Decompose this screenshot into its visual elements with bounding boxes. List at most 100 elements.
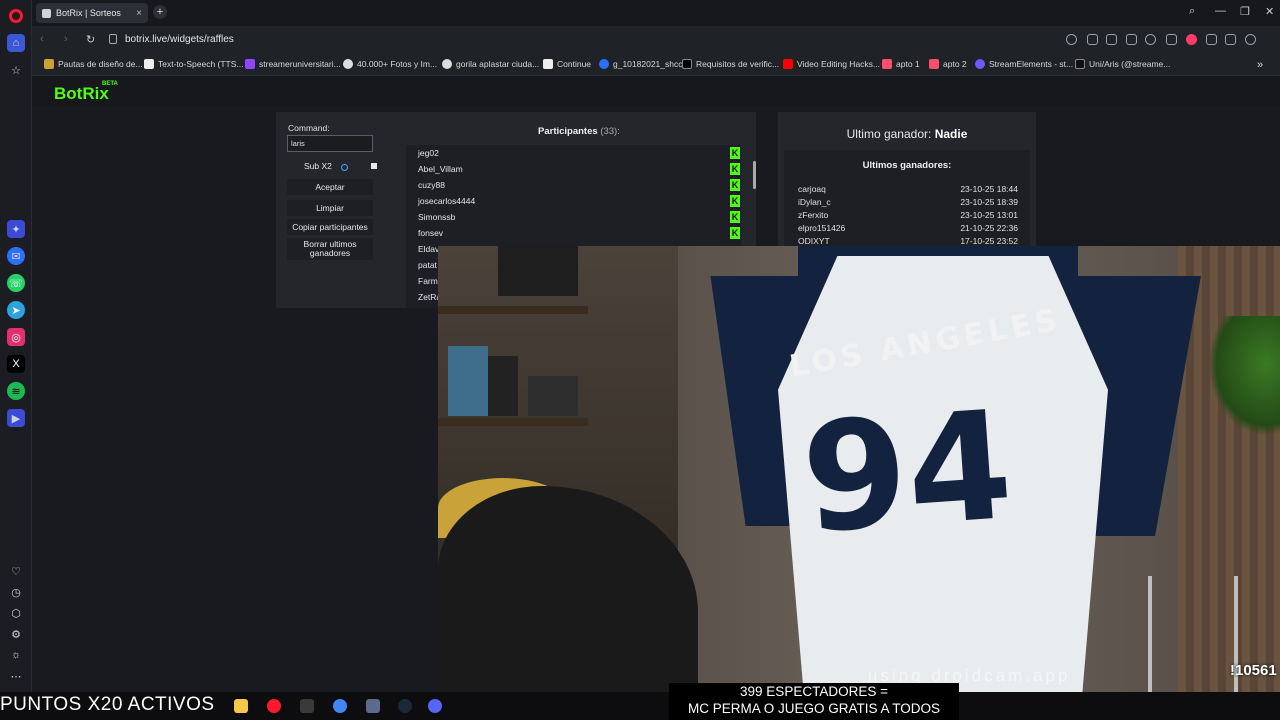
- discord-icon[interactable]: [428, 699, 442, 713]
- player-icon[interactable]: ▶: [7, 409, 25, 427]
- list-item[interactable]: josecarlos4444 K: [406, 193, 741, 209]
- beta-badge: BETA: [102, 81, 118, 87]
- kick-icon: K: [730, 211, 740, 223]
- accept-button[interactable]: Aceptar: [287, 179, 373, 195]
- close-window-icon[interactable]: ✕: [1265, 5, 1274, 18]
- screen: ⌂ ☆ ✦ ✉ ☏ ➤ ◎ X ≋ ▶ ♡ ◷ ⬡ ⚙ ☼ ⋯ BotRix |…: [0, 0, 1280, 720]
- whatsapp-icon[interactable]: ☏: [7, 274, 25, 292]
- star-icon[interactable]: ☆: [7, 61, 25, 79]
- messenger-icon[interactable]: ✉: [7, 247, 25, 265]
- bookmark-item[interactable]: Continue: [543, 59, 591, 69]
- botrix-header: BotRix BETA: [32, 76, 1280, 106]
- bookmark-item[interactable]: streameruniversitari...: [245, 59, 341, 69]
- delete-winners-button[interactable]: Borrar ultimos ganadores: [287, 238, 373, 260]
- reload-icon[interactable]: ↻: [86, 33, 95, 46]
- history-icon[interactable]: ◷: [7, 583, 25, 601]
- tab-close-icon[interactable]: ×: [136, 8, 142, 19]
- bookmark-item[interactable]: apto 1: [882, 59, 920, 69]
- ticker-text: PUNTOS X20 ACTIVOS: [0, 694, 215, 715]
- kick-icon: K: [730, 227, 740, 239]
- list-item[interactable]: Simonssb K: [406, 209, 741, 225]
- profile-icon[interactable]: [1245, 34, 1256, 45]
- winner-row: carjoaq 23-10-25 18:44: [798, 184, 1018, 194]
- list-item[interactable]: fonsev K: [406, 225, 741, 241]
- maximize-icon[interactable]: ❐: [1240, 5, 1250, 18]
- new-tab-button[interactable]: +: [153, 5, 167, 19]
- search-page-icon[interactable]: [1066, 34, 1077, 45]
- lightbulb-icon[interactable]: ☼: [7, 646, 25, 664]
- bookmark-item[interactable]: apto 2: [929, 59, 967, 69]
- info-icon[interactable]: [341, 164, 348, 171]
- participants-title: Participantes (33):: [538, 126, 620, 137]
- bookmark-item[interactable]: Video Editing Hacks...: [783, 59, 880, 69]
- url-field[interactable]: botrix.live/widgets/raffles: [125, 34, 234, 45]
- bookmark-item[interactable]: Requisitos de verific...: [682, 59, 779, 69]
- shelf: [438, 306, 588, 314]
- list-item[interactable]: Abel_Villam K: [406, 161, 741, 177]
- console-box: [498, 246, 578, 296]
- spotify-icon[interactable]: ≋: [7, 382, 25, 400]
- stream-caption: 399 ESPECTADORES = MC PERMA O JUEGO GRAT…: [669, 683, 959, 720]
- bookmark-item[interactable]: StreamElements - st...: [975, 59, 1073, 69]
- play-icon[interactable]: [1166, 34, 1177, 45]
- tab-botrix[interactable]: BotRix | Sorteos ×: [36, 3, 148, 23]
- address-bar-row: ‹ › ↻ botrix.live/widgets/raffles: [32, 26, 1280, 54]
- settings-gear-icon[interactable]: ⚙: [7, 625, 25, 643]
- bookmark-item[interactable]: Pautas de diseño de...: [44, 59, 143, 69]
- copy-participants-button[interactable]: Copiar participantes: [287, 219, 373, 235]
- minimize-icon[interactable]: —: [1215, 5, 1226, 17]
- bookmarks-more-button[interactable]: »: [1257, 59, 1263, 71]
- shelf: [438, 418, 588, 426]
- telegram-icon[interactable]: ➤: [7, 301, 25, 319]
- bookmark-item[interactable]: 40.000+ Fotos y Im...: [343, 59, 437, 69]
- kick-icon: K: [730, 195, 740, 207]
- bookmark-item[interactable]: Uni/Aris (@streame...: [1075, 59, 1170, 69]
- bookmark-item[interactable]: gorila aplastar ciuda...: [442, 59, 539, 69]
- winners-panel: Ultimo ganador: Nadie Ultimos ganadores:…: [778, 112, 1036, 252]
- tab-title: BotRix | Sorteos: [56, 8, 121, 18]
- forward-icon[interactable]: ›: [64, 33, 68, 45]
- steam-icon[interactable]: [398, 699, 412, 713]
- sub-x2-checkbox[interactable]: [371, 163, 377, 169]
- file-explorer-icon[interactable]: [234, 699, 248, 713]
- download-icon[interactable]: [1206, 34, 1217, 45]
- bookmark-favicon-icon: [599, 59, 609, 69]
- lock-icon[interactable]: [109, 34, 117, 44]
- bookmark-item[interactable]: Text-to-Speech (TTS...: [144, 59, 244, 69]
- clear-button[interactable]: Limpiar: [287, 200, 373, 216]
- back-icon[interactable]: ‹: [40, 33, 44, 45]
- list-item[interactable]: cuzy88 K: [406, 177, 741, 193]
- cube-icon[interactable]: ⬡: [7, 604, 25, 622]
- bookmark-item[interactable]: g_10182021_shcc: [599, 59, 682, 69]
- command-input[interactable]: [287, 135, 373, 152]
- edit-icon[interactable]: [1087, 34, 1098, 45]
- list-item[interactable]: jeg02 K: [406, 145, 741, 161]
- more-dots-icon[interactable]: ⋯: [7, 667, 25, 685]
- opera-logo-icon[interactable]: [9, 9, 23, 23]
- plant: [1208, 316, 1280, 436]
- bookmark-favicon-icon: [144, 59, 154, 69]
- window-taskbar-icon[interactable]: [366, 699, 380, 713]
- botrix-logo[interactable]: BotRix: [54, 84, 109, 104]
- home-icon[interactable]: ⌂: [7, 34, 25, 52]
- winner-row: iDylan_c 23-10-25 18:39: [798, 197, 1018, 207]
- camera-icon[interactable]: [1106, 34, 1117, 45]
- participants-scrollbar[interactable]: [752, 149, 757, 205]
- opera-taskbar-icon[interactable]: [267, 699, 281, 713]
- instagram-icon[interactable]: ◎: [7, 328, 25, 346]
- vpn-icon[interactable]: [1145, 34, 1156, 45]
- app-taskbar-icon[interactable]: [300, 699, 314, 713]
- scrollbar-thumb[interactable]: [753, 161, 756, 189]
- extensions-icon[interactable]: [1225, 34, 1236, 45]
- bookmark-favicon-icon: [44, 59, 54, 69]
- black-jacket: [438, 486, 698, 692]
- winners-title: Ultimos ganadores:: [862, 160, 952, 171]
- aria-icon[interactable]: ✦: [7, 220, 25, 238]
- x-twitter-icon[interactable]: X: [7, 355, 25, 373]
- favorite-heart-icon[interactable]: [1186, 34, 1197, 45]
- shield-icon[interactable]: [1126, 34, 1137, 45]
- heart-icon[interactable]: ♡: [7, 562, 25, 580]
- twitch-icon: [245, 59, 255, 69]
- chrome-icon[interactable]: [333, 699, 347, 713]
- search-tabs-icon[interactable]: ⌕: [1189, 5, 1195, 18]
